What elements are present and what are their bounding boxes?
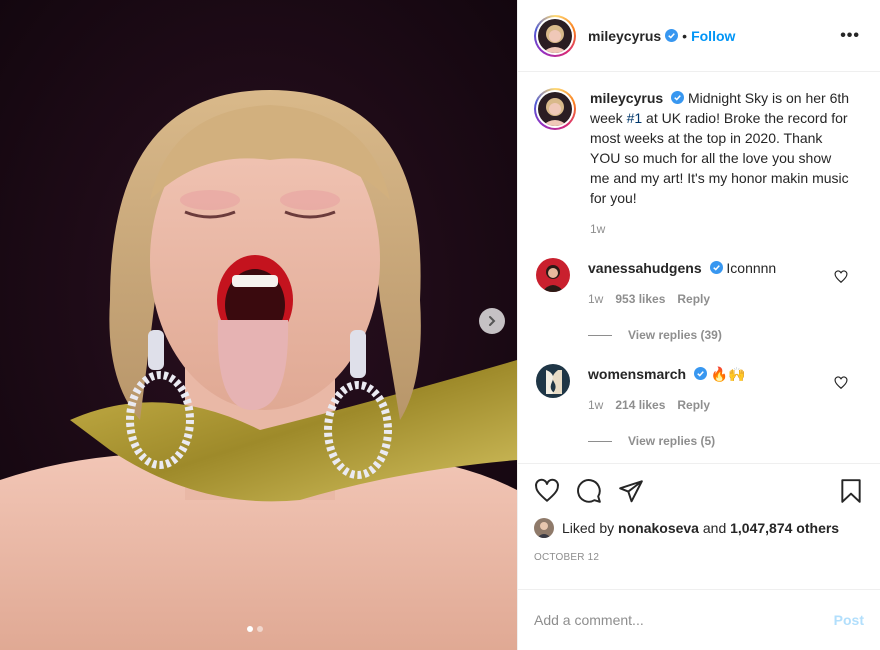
follow-button[interactable]: Follow: [691, 28, 735, 44]
comments-section[interactable]: mileycyrus Midnight Sky is on her 6th we…: [518, 72, 880, 463]
commenter-avatar[interactable]: [536, 364, 570, 398]
verified-badge-icon: [665, 29, 679, 42]
comment-item: vanessahudgens Iconnnn 1w 953 likes Repl…: [534, 258, 864, 306]
caption-timestamp: 1w: [590, 222, 606, 236]
replies-divider: [588, 440, 612, 442]
caption-text: mileycyrus Midnight Sky is on her 6th we…: [590, 88, 850, 208]
comment-item: womensmarch 🔥🙌 1w 214 likes Reply: [534, 364, 864, 412]
carousel-dot-active: [247, 626, 253, 632]
commenter-avatar[interactable]: [536, 258, 570, 292]
likes-summary: Liked by nonakoseva and 1,047,874 others: [518, 518, 880, 538]
avatar-image: [538, 18, 572, 53]
view-replies-label: View replies (39): [628, 328, 722, 342]
avatar-image: [538, 92, 572, 126]
paper-plane-icon: [619, 480, 643, 503]
view-replies-label: View replies (5): [628, 434, 716, 448]
caption-username[interactable]: mileycyrus: [590, 90, 663, 106]
likes-count[interactable]: 1,047,874 others: [730, 520, 839, 536]
commenter-username[interactable]: vanessahudgens: [588, 260, 702, 276]
caption: mileycyrus Midnight Sky is on her 6th we…: [534, 88, 864, 236]
comment-text: 🔥🙌: [710, 366, 746, 382]
liker-avatar[interactable]: [534, 518, 554, 538]
author-username[interactable]: mileycyrus: [588, 28, 661, 44]
photo-illustration: [0, 0, 517, 650]
verified-badge-icon: [709, 261, 723, 274]
post-comment-button[interactable]: Post: [834, 612, 864, 628]
more-options-button[interactable]: •••: [840, 27, 864, 45]
header-separator: •: [682, 27, 688, 44]
post-date[interactable]: OCTOBER 12: [518, 538, 880, 590]
comment-likes[interactable]: 953 likes: [615, 292, 665, 306]
avatar-image: [534, 518, 554, 538]
next-photo-button[interactable]: [479, 308, 505, 334]
avatar-image: [536, 258, 570, 292]
save-button[interactable]: [838, 478, 864, 504]
comment-input[interactable]: [534, 612, 834, 628]
instagram-post: mileycyrus • Follow ••• mileycyrus Midni…: [0, 0, 880, 650]
like-button[interactable]: [534, 478, 560, 504]
post-photo[interactable]: [0, 0, 517, 650]
commenter-username[interactable]: womensmarch: [588, 366, 686, 382]
view-replies-button[interactable]: View replies (39): [588, 328, 864, 342]
post-sidebar: mileycyrus • Follow ••• mileycyrus Midni…: [517, 0, 880, 650]
verified-badge-icon: [671, 91, 685, 104]
author-avatar[interactable]: [534, 14, 576, 57]
bookmark-icon: [841, 479, 861, 503]
share-button[interactable]: [618, 478, 644, 504]
carousel-dot: [257, 626, 263, 632]
action-bar: [518, 463, 880, 518]
avatar-image: [536, 364, 570, 398]
comment-text: Iconnnn: [726, 260, 777, 276]
reply-button[interactable]: Reply: [677, 398, 710, 412]
comment-time: 1w: [588, 292, 604, 306]
caption-avatar[interactable]: [534, 88, 576, 130]
like-comment-heart-icon[interactable]: [834, 376, 848, 390]
chevron-right-icon: [489, 316, 496, 326]
carousel-indicator: [247, 626, 263, 632]
like-comment-heart-icon[interactable]: [834, 270, 848, 284]
liked-by-and: and: [702, 520, 727, 536]
comment-likes[interactable]: 214 likes: [615, 398, 665, 412]
verified-badge-icon: [693, 367, 707, 380]
heart-icon: [535, 478, 559, 502]
caption-hashtag[interactable]: #1: [627, 110, 643, 126]
replies-divider: [588, 334, 612, 336]
add-comment-bar: Post: [518, 590, 880, 650]
comment-time: 1w: [588, 398, 604, 412]
comment-bubble-icon: [577, 479, 601, 503]
liker-username[interactable]: nonakoseva: [618, 520, 699, 536]
comment-button[interactable]: [576, 478, 602, 504]
liked-by-prefix: Liked by: [562, 520, 615, 536]
reply-button[interactable]: Reply: [677, 292, 710, 306]
view-replies-button[interactable]: View replies (5): [588, 434, 864, 448]
post-header: mileycyrus • Follow •••: [518, 0, 880, 72]
